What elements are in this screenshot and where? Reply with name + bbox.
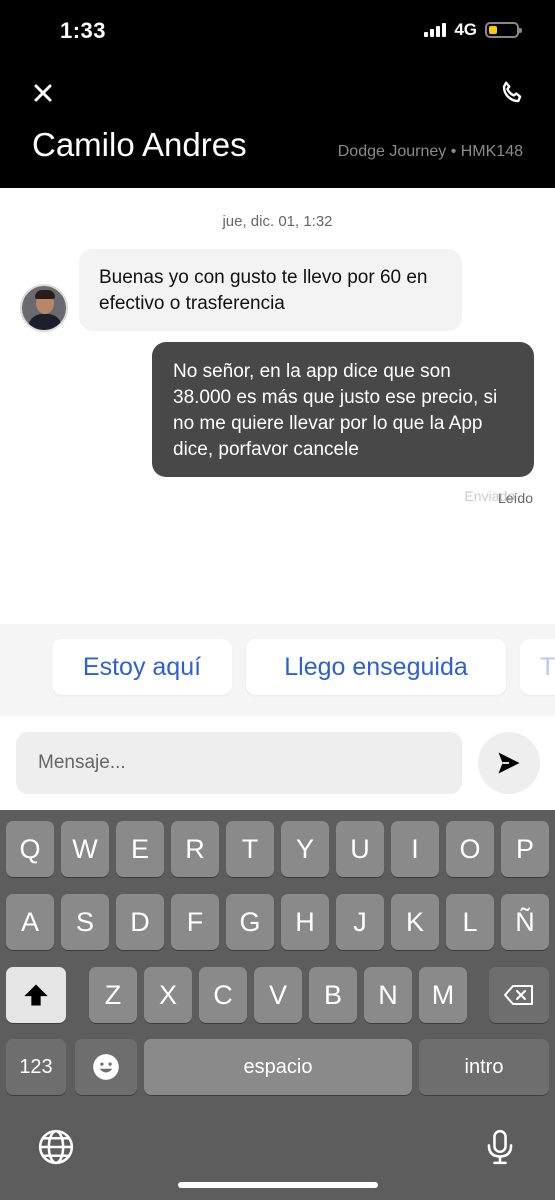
return-key[interactable]: intro — [419, 1039, 549, 1095]
key-n-tilde[interactable]: Ñ — [501, 894, 549, 950]
key-u[interactable]: U — [336, 821, 384, 877]
globe-icon[interactable] — [37, 1128, 75, 1166]
read-status: Leído — [497, 490, 533, 506]
key-d[interactable]: D — [116, 894, 164, 950]
key-s[interactable]: S — [61, 894, 109, 950]
send-button[interactable] — [478, 732, 540, 794]
key-x[interactable]: X — [144, 967, 192, 1023]
key-p[interactable]: P — [501, 821, 549, 877]
quick-replies: Estoy aquí Llego enseguida T — [0, 624, 555, 716]
composer — [0, 716, 555, 810]
chat-date: jue, dic. 01, 1:32 — [222, 213, 333, 230]
chat-thread[interactable]: jue, dic. 01, 1:32 Buenas yo con gusto t… — [0, 188, 555, 624]
message-input[interactable] — [16, 732, 462, 794]
key-k[interactable]: K — [391, 894, 439, 950]
key-h[interactable]: H — [281, 894, 329, 950]
numbers-key[interactable]: 123 — [6, 1039, 66, 1095]
send-icon — [498, 752, 520, 774]
quick-reply-estoy-aqui[interactable]: Estoy aquí — [52, 639, 232, 695]
shift-key[interactable] — [6, 967, 66, 1023]
backspace-icon — [504, 985, 533, 1005]
chat-header: 1:33 4G Camilo Andres Dodge Journey • HM… — [0, 0, 555, 188]
backspace-key[interactable] — [489, 967, 549, 1023]
microphone-icon[interactable] — [481, 1128, 519, 1166]
key-y[interactable]: Y — [281, 821, 329, 877]
shift-icon — [24, 984, 48, 1006]
home-indicator — [178, 1182, 378, 1188]
key-i[interactable]: I — [391, 821, 439, 877]
phone-icon — [502, 81, 522, 103]
key-z[interactable]: Z — [89, 967, 137, 1023]
vehicle-info: Dodge Journey • HMK148 — [337, 143, 523, 160]
key-v[interactable]: V — [254, 967, 302, 1023]
quick-reply-partial[interactable]: T — [520, 639, 555, 695]
keyboard: Q W E R T Y U I O P A S D F G H J K L Ñ … — [0, 810, 555, 1200]
key-c[interactable]: C — [199, 967, 247, 1023]
key-f[interactable]: F — [171, 894, 219, 950]
status-indicators: 4G — [424, 20, 522, 40]
avatar — [20, 284, 68, 332]
network-type: 4G — [454, 20, 477, 39]
close-icon — [34, 84, 52, 102]
emoji-icon — [93, 1054, 119, 1080]
key-n[interactable]: N — [364, 967, 412, 1023]
key-w[interactable]: W — [61, 821, 109, 877]
key-l[interactable]: L — [446, 894, 494, 950]
quick-reply-llego-enseguida[interactable]: Llego enseguida — [246, 639, 506, 695]
key-g[interactable]: G — [226, 894, 274, 950]
space-key[interactable]: espacio — [144, 1039, 412, 1095]
key-a[interactable]: A — [6, 894, 54, 950]
key-o[interactable]: O — [446, 821, 494, 877]
key-r[interactable]: R — [171, 821, 219, 877]
key-b[interactable]: B — [309, 967, 357, 1023]
status-time: 1:33 — [60, 18, 107, 43]
incoming-message: Buenas yo con gusto te llevo por 60 en e… — [79, 249, 462, 331]
close-button[interactable] — [30, 80, 56, 106]
call-button[interactable] — [499, 80, 525, 106]
emoji-key[interactable] — [75, 1039, 137, 1095]
key-m[interactable]: M — [419, 967, 467, 1023]
contact-name: Camilo Andres — [32, 126, 247, 163]
battery-icon — [485, 22, 522, 38]
outgoing-message: No señor, en la app dice que son 38.000 … — [152, 342, 534, 477]
key-e[interactable]: E — [116, 821, 164, 877]
signal-icon — [424, 23, 447, 37]
key-t[interactable]: T — [226, 821, 274, 877]
key-j[interactable]: J — [336, 894, 384, 950]
key-q[interactable]: Q — [6, 821, 54, 877]
